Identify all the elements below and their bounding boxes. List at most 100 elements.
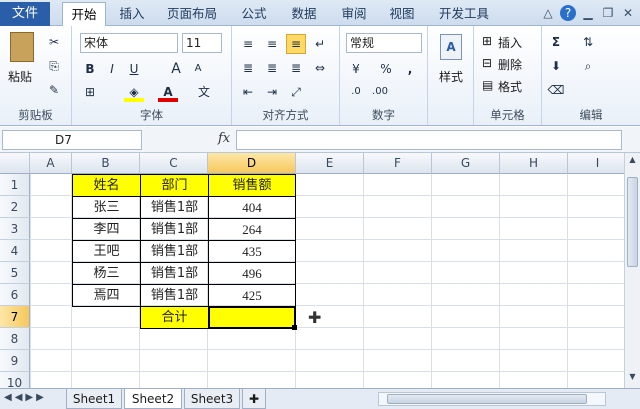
total-value-cell[interactable] <box>208 306 296 329</box>
total-label-cell[interactable]: 合计 <box>140 306 209 329</box>
grow-font-button[interactable]: A <box>166 59 186 79</box>
close-window-icon[interactable]: ✕ <box>620 5 636 21</box>
tab-review[interactable]: 审阅 <box>334 2 374 26</box>
cut-icon[interactable]: ✂ <box>44 32 64 52</box>
find-select-icon[interactable]: ⌕ <box>578 56 598 76</box>
column-header[interactable]: I <box>568 153 624 174</box>
sheet-nav-arrows-icon[interactable]: ◀◀▶▶ <box>4 392 47 403</box>
shrink-font-button[interactable]: A <box>188 59 208 79</box>
minimize-ribbon-icon[interactable]: △ <box>540 5 556 21</box>
row-header[interactable]: 5 <box>0 262 30 284</box>
paste-icon[interactable] <box>10 32 34 62</box>
scroll-up-icon[interactable]: ▲ <box>627 155 638 167</box>
delete-cells-icon[interactable]: ⊟ <box>482 56 492 70</box>
sheet-tab[interactable]: Sheet3 <box>184 389 240 409</box>
row-header[interactable]: 1 <box>0 174 30 196</box>
fill-color-icon[interactable]: ◈ <box>124 82 144 102</box>
copy-icon[interactable]: ⎘ <box>44 56 64 76</box>
column-header[interactable]: B <box>72 153 140 174</box>
sheet-tab-active[interactable]: Sheet2 <box>124 389 182 409</box>
help-icon[interactable]: ? <box>560 5 576 21</box>
sort-filter-icon[interactable]: ⇅ <box>578 32 598 52</box>
table-cell[interactable]: 264 <box>208 218 296 241</box>
tab-formulas[interactable]: 公式 <box>234 2 274 26</box>
row-header[interactable]: 9 <box>0 350 30 372</box>
wrap-text-icon[interactable]: ↵ <box>310 34 330 54</box>
font-color-icon[interactable]: A <box>158 82 178 102</box>
header-cell-sales[interactable]: 销售额 <box>208 174 296 197</box>
tab-data[interactable]: 数据 <box>284 2 324 26</box>
table-cell[interactable]: 435 <box>208 240 296 263</box>
restore-window-icon[interactable]: ❐ <box>600 5 616 21</box>
orientation-icon[interactable]: ⤢ <box>286 82 306 102</box>
scroll-down-icon[interactable]: ▼ <box>627 372 638 384</box>
table-cell[interactable]: 496 <box>208 262 296 285</box>
tab-view[interactable]: 视图 <box>382 2 422 26</box>
align-left-icon[interactable]: ≣ <box>238 58 258 78</box>
horizontal-scrollbar[interactable] <box>378 392 606 406</box>
comma-button[interactable]: , <box>400 59 420 79</box>
format-painter-icon[interactable]: ✎ <box>44 80 64 100</box>
bold-button[interactable]: B <box>80 59 100 79</box>
row-header[interactable]: 2 <box>0 196 30 218</box>
align-right-icon[interactable]: ≣ <box>286 58 306 78</box>
vertical-scrollbar[interactable]: ▲ ▼ <box>624 153 640 388</box>
phonetic-icon[interactable]: 文 <box>194 82 214 102</box>
align-top-icon[interactable]: ≡ <box>238 34 258 54</box>
clear-icon[interactable]: ⌫ <box>546 80 566 100</box>
fill-icon[interactable]: ⬇ <box>546 56 566 76</box>
delete-cells-button[interactable]: 删除 <box>498 56 522 73</box>
percent-button[interactable]: % <box>376 59 396 79</box>
column-header[interactable]: C <box>140 153 208 174</box>
paste-button[interactable]: 粘贴 <box>8 68 32 85</box>
align-middle-icon[interactable]: ≡ <box>262 34 282 54</box>
decrease-indent-icon[interactable]: ⇤ <box>238 82 258 102</box>
italic-button[interactable]: I <box>102 59 122 79</box>
tab-home[interactable]: 开始 <box>62 2 106 27</box>
row-header[interactable]: 6 <box>0 284 30 306</box>
table-cell[interactable]: 销售1部 <box>140 284 209 307</box>
table-cell[interactable]: 销售1部 <box>140 240 209 263</box>
column-header[interactable]: F <box>364 153 432 174</box>
scroll-thumb[interactable] <box>627 177 638 267</box>
table-cell[interactable]: 销售1部 <box>140 218 209 241</box>
currency-icon[interactable]: ¥ <box>346 59 366 79</box>
increase-indent-icon[interactable]: ⇥ <box>262 82 282 102</box>
underline-button[interactable]: U <box>124 59 144 79</box>
styles-button[interactable]: 样式 <box>439 68 463 85</box>
header-cell-department[interactable]: 部门 <box>140 174 209 197</box>
insert-function-icon[interactable]: fx <box>218 131 230 146</box>
row-header[interactable]: 3 <box>0 218 30 240</box>
table-cell[interactable]: 李四 <box>72 218 141 241</box>
worksheet-grid[interactable]: A B C D E F G H I 1 2 3 4 5 6 7 8 9 10 姓… <box>0 153 624 388</box>
table-cell[interactable]: 杨三 <box>72 262 141 285</box>
name-box[interactable]: D7 <box>2 130 142 150</box>
file-tab[interactable]: 文件 <box>0 2 50 26</box>
header-cell-name[interactable]: 姓名 <box>72 174 141 197</box>
column-header[interactable]: G <box>432 153 500 174</box>
formula-input[interactable] <box>236 130 622 150</box>
align-center-icon[interactable]: ≣ <box>262 58 282 78</box>
table-cell[interactable]: 张三 <box>72 196 141 219</box>
row-header[interactable]: 10 <box>0 372 30 388</box>
sheet-tab[interactable]: Sheet1 <box>66 389 122 409</box>
borders-icon[interactable]: ⊞ <box>80 82 100 102</box>
font-name-select[interactable]: 宋体 <box>80 33 178 53</box>
column-header[interactable]: A <box>30 153 72 174</box>
font-size-select[interactable]: 11 <box>182 33 222 53</box>
row-header[interactable]: 7 <box>0 306 30 328</box>
table-cell[interactable]: 404 <box>208 196 296 219</box>
horizontal-scroll-thumb[interactable] <box>387 394 587 404</box>
table-cell[interactable]: 425 <box>208 284 296 307</box>
table-cell[interactable]: 王吧 <box>72 240 141 263</box>
format-cells-icon[interactable]: ▤ <box>482 78 493 92</box>
tab-developer[interactable]: 开发工具 <box>432 2 496 26</box>
tab-page-layout[interactable]: 页面布局 <box>160 2 224 26</box>
format-cells-button[interactable]: 格式 <box>498 78 522 95</box>
increase-decimal-icon[interactable]: .0 <box>346 82 366 102</box>
insert-cells-icon[interactable]: ⊞ <box>482 34 492 48</box>
autosum-button[interactable]: Σ <box>546 32 566 52</box>
column-header[interactable]: E <box>296 153 364 174</box>
column-header[interactable]: D <box>208 153 296 174</box>
fill-handle[interactable] <box>292 325 297 330</box>
